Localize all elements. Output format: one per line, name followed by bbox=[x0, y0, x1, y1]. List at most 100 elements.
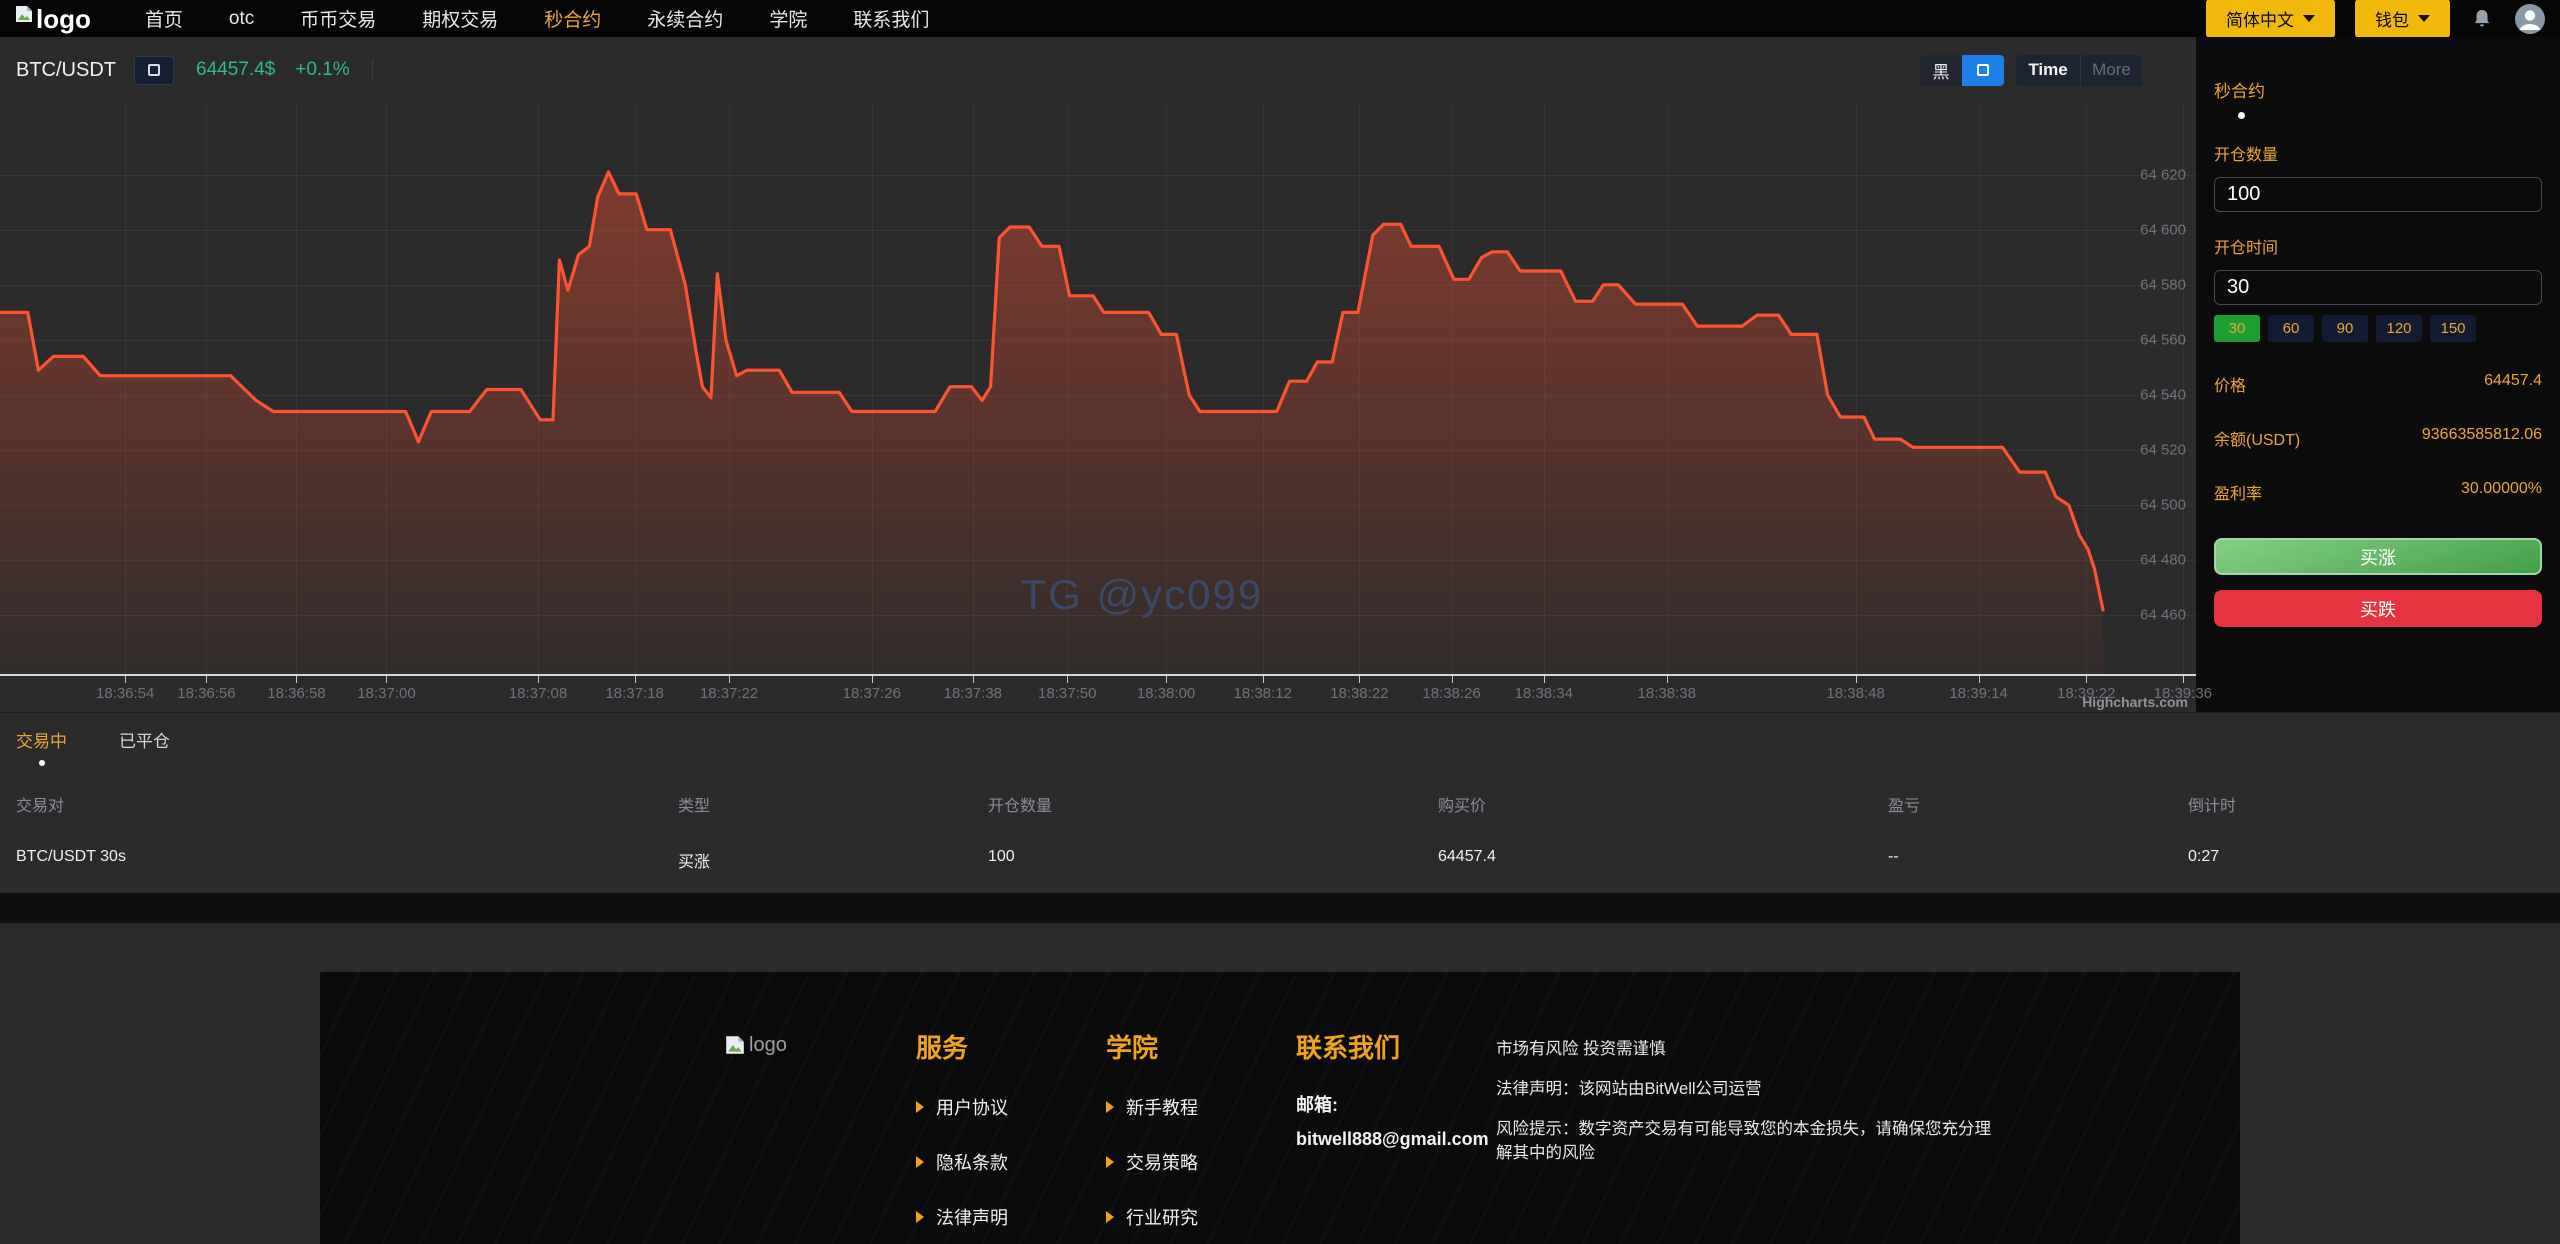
nav-item-4[interactable]: 秒合约 bbox=[544, 5, 601, 32]
email-label: 邮箱: bbox=[1296, 1091, 1489, 1117]
pair-toggle-button[interactable] bbox=[134, 56, 174, 85]
footer-link-label: 新手教程 bbox=[1126, 1094, 1198, 1120]
y-axis-label: 64 520 bbox=[2140, 442, 2186, 459]
x-tick bbox=[1452, 675, 1453, 683]
nav-item-1[interactable]: otc bbox=[229, 8, 254, 30]
nav-item-7[interactable]: 联系我们 bbox=[853, 5, 929, 32]
table-cell: 64457.4 bbox=[1438, 848, 1888, 872]
positions-tab-0[interactable]: 交易中 bbox=[16, 727, 67, 766]
footer-link[interactable]: 新手教程 bbox=[1106, 1094, 1198, 1120]
duration-option-90[interactable]: 90 bbox=[2322, 315, 2368, 342]
x-axis-label: 18:38:38 bbox=[1638, 685, 1696, 702]
footer-link[interactable]: 隐私条款 bbox=[916, 1149, 1008, 1175]
x-tick bbox=[386, 675, 387, 683]
nav-item-3[interactable]: 期权交易 bbox=[422, 5, 498, 32]
more-button[interactable]: More bbox=[2080, 55, 2142, 86]
profit-rate-label: 盈利率 bbox=[2214, 480, 2262, 504]
x-tick bbox=[729, 675, 730, 683]
column-header: 类型 bbox=[678, 792, 988, 816]
footer-contact: 联系我们 邮箱: bitwell888@gmail.com bbox=[1296, 1028, 1489, 1150]
footer-link-label: 行业研究 bbox=[1126, 1204, 1198, 1230]
duration-option-120[interactable]: 120 bbox=[2376, 315, 2422, 342]
table-cell: BTC/USDT 30s bbox=[16, 848, 678, 872]
quantity-label: 开仓数量 bbox=[2214, 141, 2542, 165]
table-row[interactable]: BTC/USDT 30s买涨10064457.4--0:27 bbox=[0, 848, 2560, 872]
duration-input[interactable] bbox=[2214, 270, 2542, 305]
x-axis: 18:36:5418:36:5618:36:5818:37:0018:37:08… bbox=[0, 676, 2196, 712]
bell-icon[interactable] bbox=[2470, 7, 2494, 31]
x-tick bbox=[206, 675, 207, 683]
x-axis-label: 18:37:26 bbox=[843, 685, 901, 702]
x-axis-label: 18:36:54 bbox=[96, 685, 154, 702]
footer-link[interactable]: 行业研究 bbox=[1106, 1204, 1198, 1230]
square-icon bbox=[148, 64, 160, 76]
duration-options: 30 60 90 120 150 bbox=[2214, 315, 2542, 342]
watermark: TG @yc099 bbox=[1021, 571, 1264, 619]
duration-option-150[interactable]: 150 bbox=[2430, 315, 2476, 342]
x-tick bbox=[1667, 675, 1668, 683]
theme-light-button[interactable] bbox=[1962, 55, 2004, 86]
last-price: 64457.4$ bbox=[196, 59, 275, 81]
active-dot bbox=[39, 760, 45, 766]
x-tick bbox=[872, 675, 873, 683]
disclaimer-line: 风险提示：数字资产交易有可能导致您的本金损失，请确保您充分理解其中的风险 bbox=[1496, 1118, 1996, 1166]
time-mode-button[interactable]: Time bbox=[2016, 55, 2080, 86]
nav-item-2[interactable]: 币币交易 bbox=[300, 5, 376, 32]
column-header: 倒计时 bbox=[2188, 792, 2544, 816]
avatar[interactable] bbox=[2514, 3, 2546, 35]
theme-dark-button[interactable]: 黑 bbox=[1920, 55, 1962, 86]
tab-label: 已平仓 bbox=[119, 727, 170, 752]
y-axis-label: 64 580 bbox=[2140, 277, 2186, 294]
x-tick bbox=[973, 675, 974, 683]
positions-tab-1[interactable]: 已平仓 bbox=[119, 727, 170, 766]
y-axis-label: 64 500 bbox=[2140, 497, 2186, 514]
arrow-right-icon bbox=[916, 1211, 924, 1223]
positions-section: 交易中已平仓 交易对类型开仓数量购买价盈亏倒计时 BTC/USDT 30s买涨1… bbox=[0, 712, 2560, 893]
tab-label: 交易中 bbox=[16, 727, 67, 752]
arrow-right-icon bbox=[1106, 1101, 1114, 1113]
positions-tabs: 交易中 已平仓 bbox=[0, 727, 2560, 766]
nav-item-5[interactable]: 永续合约 bbox=[647, 5, 723, 32]
language-button[interactable]: 简体中文 bbox=[2206, 0, 2335, 38]
nav-item-0[interactable]: 首页 bbox=[145, 5, 183, 32]
x-tick bbox=[1263, 675, 1264, 683]
disclaimer-line: 市场有风险 投资需谨慎 bbox=[1496, 1038, 1996, 1062]
footer-link-label: 用户协议 bbox=[936, 1094, 1008, 1120]
nav-item-6[interactable]: 学院 bbox=[769, 5, 807, 32]
duration-option-60[interactable]: 60 bbox=[2268, 315, 2314, 342]
y-axis-label: 64 540 bbox=[2140, 387, 2186, 404]
arrow-right-icon bbox=[1106, 1211, 1114, 1223]
buy-down-button[interactable]: 买跌 bbox=[2214, 590, 2542, 627]
footer-link[interactable]: 法律声明 bbox=[916, 1204, 1008, 1230]
footer-link[interactable]: 交易策略 bbox=[1106, 1149, 1198, 1175]
footer-logo: logo bbox=[724, 1034, 787, 1057]
duration-option-30[interactable]: 30 bbox=[2214, 315, 2260, 342]
price-change: +0.1% bbox=[295, 59, 349, 81]
x-axis-label: 18:38:12 bbox=[1233, 685, 1291, 702]
wallet-label: 钱包 bbox=[2375, 6, 2409, 31]
buy-up-button[interactable]: 买涨 bbox=[2214, 538, 2542, 575]
price-chart[interactable]: 64 62064 60064 58064 56064 54064 52064 5… bbox=[0, 103, 2196, 676]
wallet-button[interactable]: 钱包 bbox=[2355, 0, 2450, 38]
divider bbox=[372, 59, 373, 81]
panel-title: 秒合约 bbox=[2214, 77, 2542, 102]
x-tick bbox=[1979, 675, 1980, 683]
footer-link[interactable]: 用户协议 bbox=[916, 1094, 1008, 1120]
y-axis-label: 64 600 bbox=[2140, 222, 2186, 239]
quantity-input[interactable] bbox=[2214, 177, 2542, 212]
footer: logo 服务用户协议隐私条款法律声明关于我们 学院新手教程交易策略行业研究市场… bbox=[0, 972, 2560, 1244]
email-value[interactable]: bitwell888@gmail.com bbox=[1296, 1129, 1489, 1150]
language-label: 简体中文 bbox=[2226, 6, 2294, 31]
column-header: 购买价 bbox=[1438, 792, 1888, 816]
logo[interactable]: logo bbox=[14, 4, 91, 34]
highcharts-credit[interactable]: Highcharts.com bbox=[2082, 694, 2188, 710]
x-axis-label: 18:36:58 bbox=[267, 685, 325, 702]
balance-value: 93663585812.06 bbox=[2422, 426, 2542, 450]
contact-heading: 联系我们 bbox=[1296, 1028, 1489, 1065]
column-header: 开仓数量 bbox=[988, 792, 1438, 816]
footer-logo-text: logo bbox=[749, 1034, 787, 1057]
broken-image-icon bbox=[724, 1034, 746, 1056]
y-axis-label: 64 620 bbox=[2140, 167, 2186, 184]
x-tick bbox=[1544, 675, 1545, 683]
arrow-right-icon bbox=[1106, 1156, 1114, 1168]
